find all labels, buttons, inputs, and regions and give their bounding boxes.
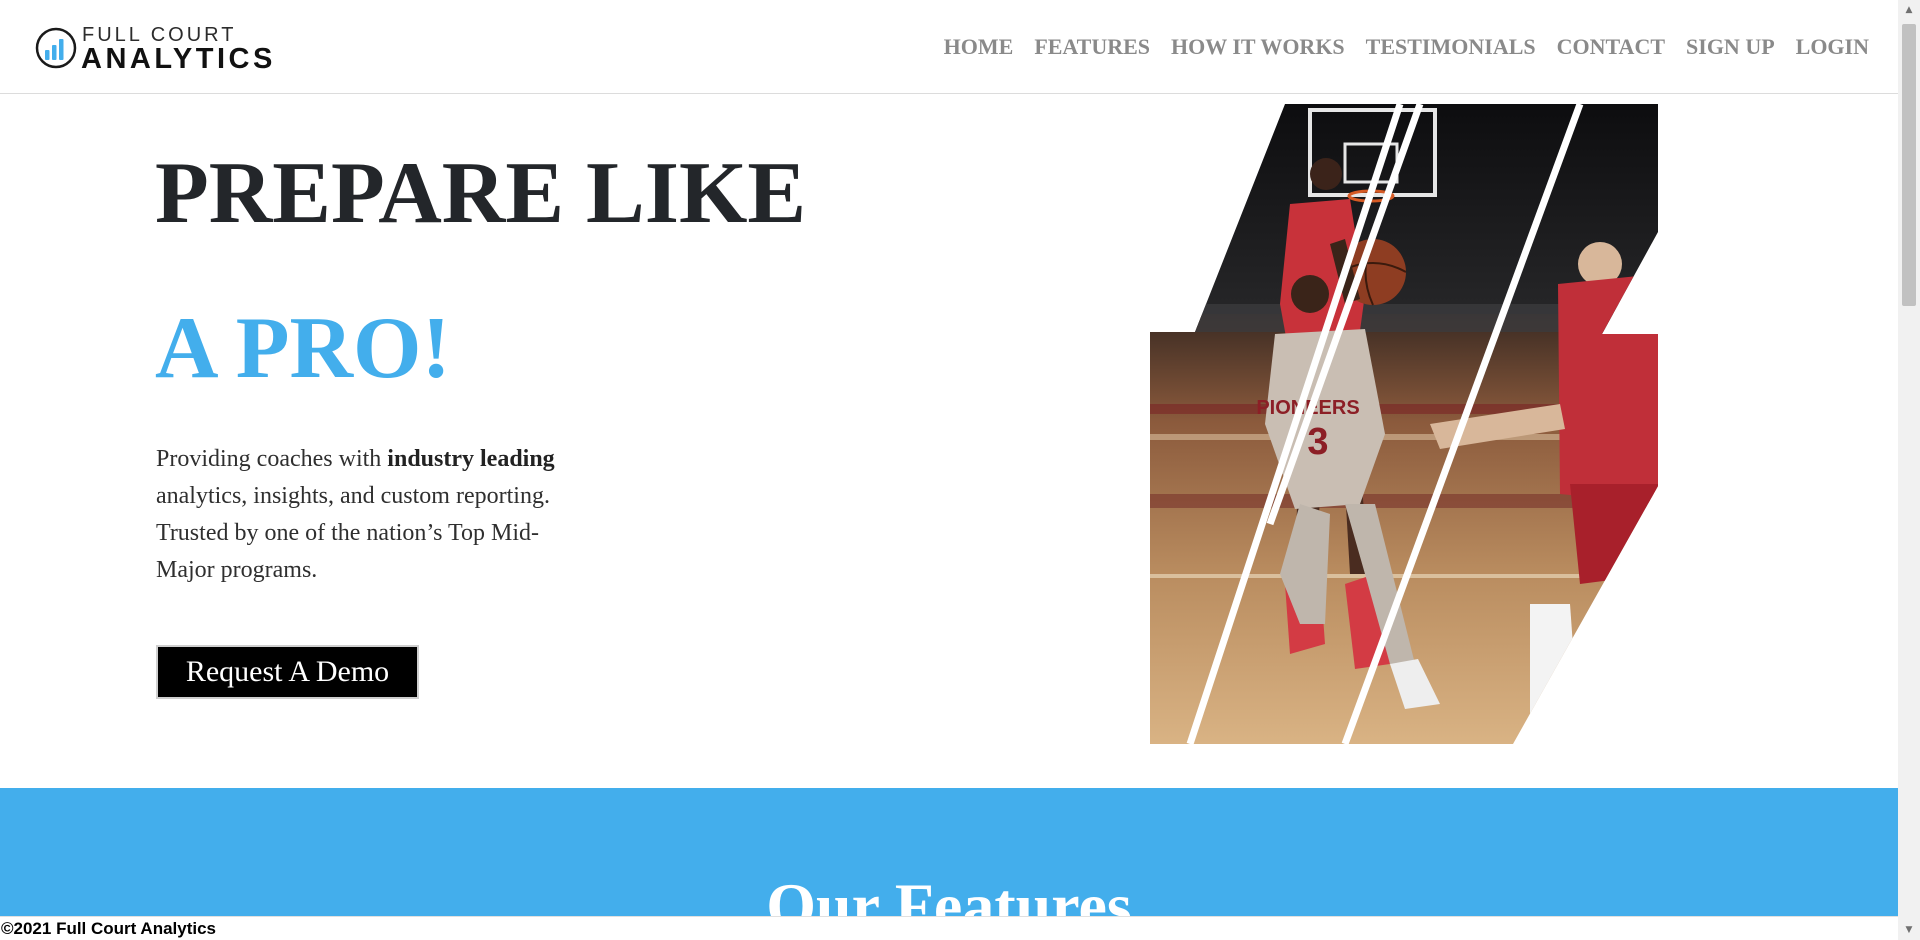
footer-bar: ©2021 Full Court Analytics: [0, 916, 1898, 940]
nav-how-it-works[interactable]: HOW IT WORKS: [1171, 34, 1345, 60]
basketball-action-photo: PIONEERS 3: [1150, 104, 1658, 744]
footer-copyright: ©2021 Full Court Analytics: [1, 919, 217, 938]
hero-description: Providing coaches with industry leading …: [156, 441, 586, 589]
hero-desc-bold: industry leading: [387, 446, 555, 472]
main-nav: HOME FEATURES HOW IT WORKS TESTIMONIALS …: [944, 34, 1869, 60]
scroll-up-arrow-icon[interactable]: ▲: [1898, 0, 1920, 20]
hero-desc-suffix: analytics, insights, and custom reportin…: [156, 483, 550, 583]
scroll-down-arrow-icon[interactable]: ▼: [1898, 920, 1920, 940]
nav-sign-up[interactable]: SIGN UP: [1686, 34, 1775, 60]
nav-contact[interactable]: CONTACT: [1557, 34, 1665, 60]
request-demo-button[interactable]: Request A Demo: [156, 645, 419, 699]
scrollbar-thumb[interactable]: [1902, 24, 1916, 306]
nav-testimonials[interactable]: TESTIMONIALS: [1366, 34, 1536, 60]
vertical-scrollbar[interactable]: ▲ ▼: [1898, 0, 1920, 940]
site-header: FULL COURT ANALYTICS HOME FEATURES HOW I…: [0, 0, 1898, 94]
nav-features[interactable]: FEATURES: [1034, 34, 1150, 60]
logo[interactable]: FULL COURT ANALYTICS: [35, 24, 285, 75]
hero-headline-line2: A PRO!: [155, 300, 451, 397]
nav-login[interactable]: LOGIN: [1796, 34, 1869, 60]
jersey-number: 3: [1307, 421, 1328, 463]
hero-headline-line1: PREPARE LIKE: [155, 145, 807, 242]
nav-home[interactable]: HOME: [944, 34, 1014, 60]
logo-bar-chart-icon: [35, 27, 77, 69]
logo-text-bottom: ANALYTICS: [81, 43, 276, 75]
hero-desc-prefix: Providing coaches with: [156, 446, 388, 472]
